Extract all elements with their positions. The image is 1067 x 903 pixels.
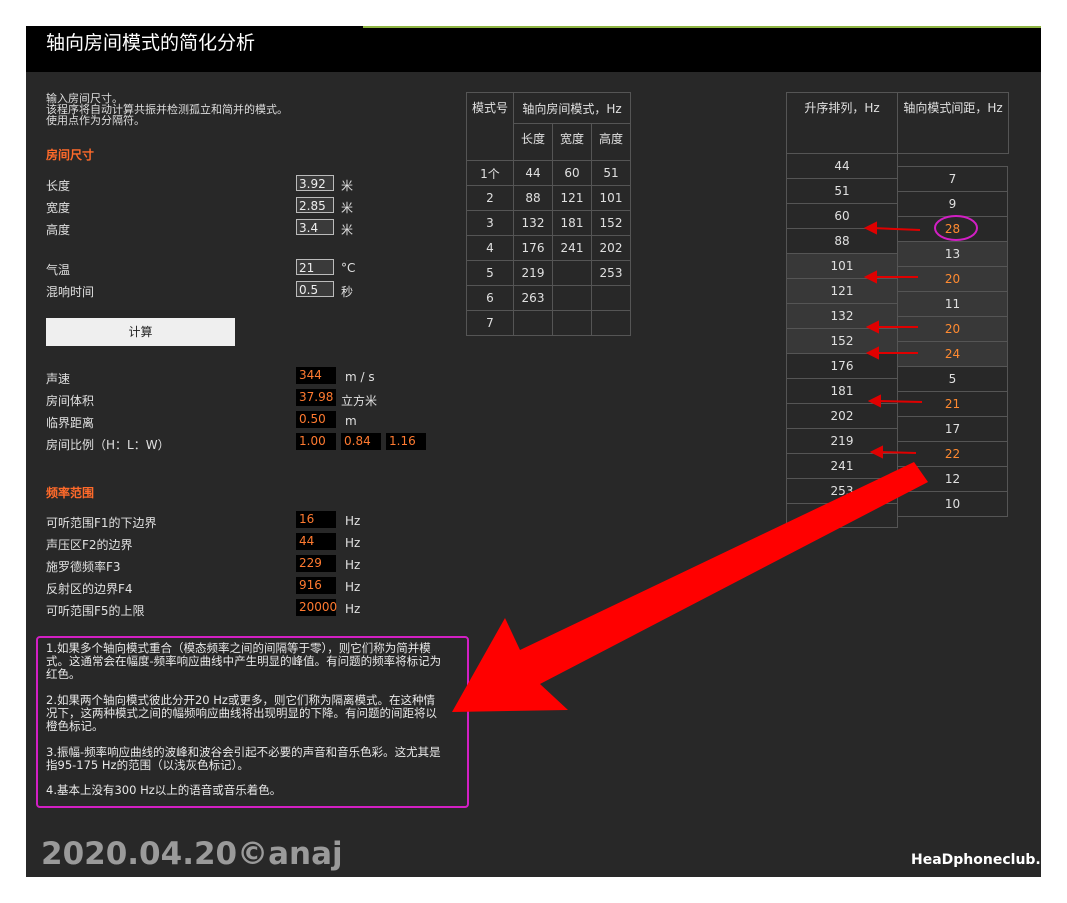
small-arrows <box>863 221 923 459</box>
annotation-overlay <box>452 215 978 712</box>
highlight-circle <box>934 215 978 241</box>
big-arrow <box>452 462 928 712</box>
